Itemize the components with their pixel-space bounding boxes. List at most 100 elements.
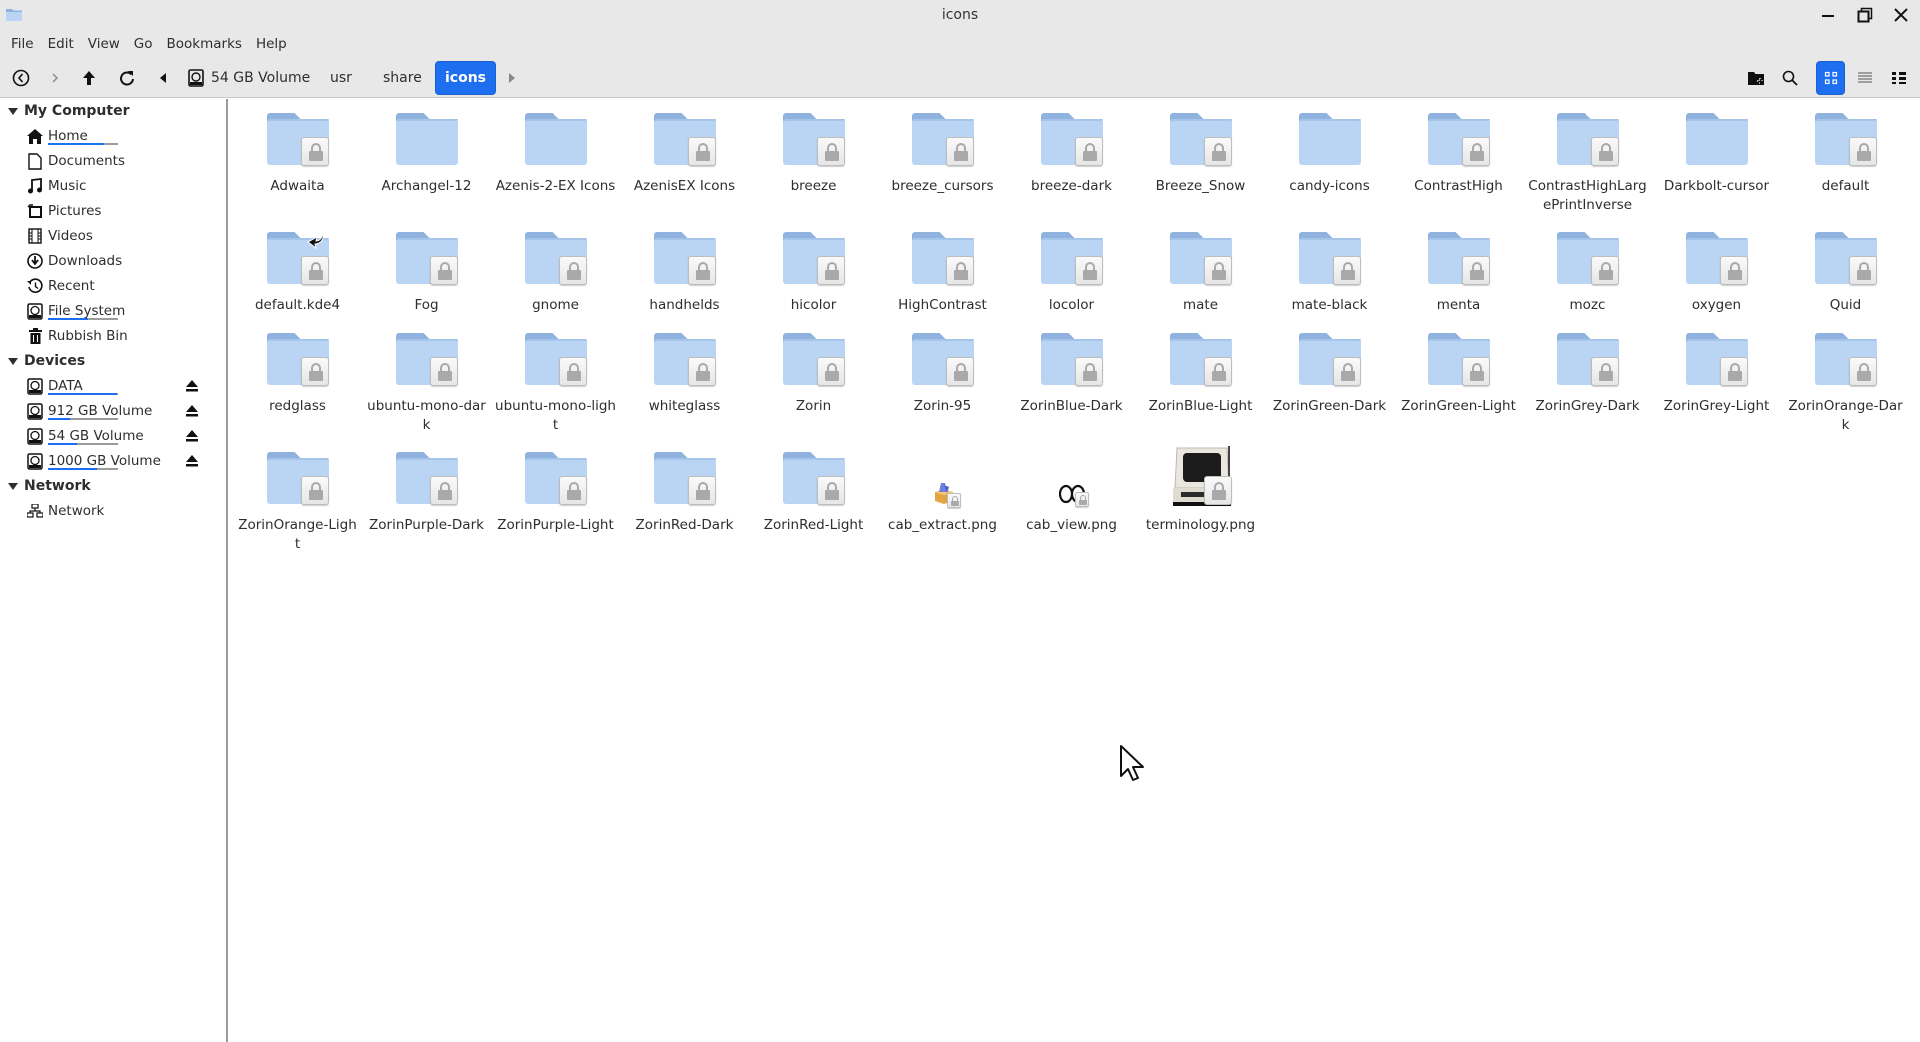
search-button[interactable]	[1778, 61, 1802, 95]
close-button[interactable]	[1888, 4, 1914, 26]
file-item[interactable]: cab_view.png	[1007, 450, 1136, 535]
breadcrumb-usr[interactable]: usr	[320, 61, 362, 95]
entry-name: Darkbolt-cursor	[1663, 178, 1770, 194]
forward-button[interactable]	[44, 61, 66, 95]
folder-item[interactable]: mate-black	[1265, 230, 1394, 315]
folder-item[interactable]: mate	[1136, 230, 1265, 315]
entry-name: ZorinBlue-Dark	[1020, 398, 1123, 414]
folder-item[interactable]: ubuntu-mono-light	[491, 331, 620, 435]
folder-item[interactable]: ZorinBlue-Dark	[1007, 331, 1136, 416]
folder-item[interactable]: ZorinGreen-Dark	[1265, 331, 1394, 416]
sidebar-item-label: 1000 GB Volume	[48, 453, 161, 469]
folder-item[interactable]: breeze_cursors	[878, 111, 1007, 196]
sidebar-section-devices[interactable]: Devices	[8, 350, 85, 372]
minimize-button[interactable]	[1815, 4, 1841, 26]
breadcrumb-share[interactable]: share	[373, 61, 432, 95]
lock-emblem-icon	[1719, 357, 1748, 386]
breadcrumb-label: 54 GB Volume	[211, 70, 311, 86]
sidebar-item-file-system[interactable]: File System	[26, 299, 226, 323]
sidebar-section-network[interactable]: Network	[8, 475, 91, 497]
entry-icon	[1426, 331, 1492, 389]
folder-item[interactable]: menta	[1394, 230, 1523, 315]
folder-item[interactable]: Darkbolt-cursor	[1652, 111, 1781, 196]
file-item[interactable]: terminology.png	[1136, 446, 1265, 535]
folder-item[interactable]: ZorinOrange-Light	[233, 450, 362, 554]
breadcrumb-right-button[interactable]	[503, 61, 521, 95]
sidebar-item-rubbish-bin[interactable]: Rubbish Bin	[26, 324, 226, 348]
folder-item[interactable]: candy-icons	[1265, 111, 1394, 196]
folder-item[interactable]: ZorinOrange-Dark	[1781, 331, 1910, 435]
breadcrumb-icons[interactable]: icons	[435, 61, 496, 95]
maximize-button[interactable]	[1852, 4, 1878, 26]
folder-item[interactable]: ZorinRed-Light	[749, 450, 878, 535]
menu-view[interactable]: View	[81, 36, 127, 52]
sidebar-item-music[interactable]: Music	[26, 174, 226, 198]
breadcrumb-left-button[interactable]	[154, 61, 172, 95]
sidebar-item-recent[interactable]: Recent	[26, 274, 226, 298]
folder-item[interactable]: breeze-dark	[1007, 111, 1136, 196]
entry-icon	[781, 450, 847, 508]
entry-name: locolor	[1048, 297, 1095, 313]
folder-item[interactable]: ZorinGrey-Light	[1652, 331, 1781, 416]
folder-item[interactable]: Zorin	[749, 331, 878, 416]
folder-item[interactable]: whiteglass	[620, 331, 749, 416]
folder-item[interactable]: mozc	[1523, 230, 1652, 315]
folder-item[interactable]: breeze	[749, 111, 878, 196]
sidebar-item-downloads[interactable]: Downloads	[26, 249, 226, 273]
folder-item[interactable]: default.kde4	[233, 230, 362, 315]
sidebar-item-documents[interactable]: Documents	[26, 149, 226, 173]
folder-item[interactable]: Archangel-12	[362, 111, 491, 196]
icon-view-button[interactable]	[1816, 61, 1845, 95]
folder-icon	[1685, 113, 1748, 165]
menu-bar: File Edit View Go Bookmarks Help	[0, 30, 1920, 58]
folder-item[interactable]: ZorinPurple-Light	[491, 450, 620, 535]
menu-file[interactable]: File	[4, 36, 41, 52]
folder-item[interactable]: redglass	[233, 331, 362, 416]
menu-edit[interactable]: Edit	[41, 36, 81, 52]
sidebar-item-home[interactable]: Home	[26, 124, 226, 148]
folder-item[interactable]: Azenis-2-EX Icons	[491, 111, 620, 196]
folder-item[interactable]: ContrastHighLargePrintInverse	[1523, 111, 1652, 215]
folder-item[interactable]: Adwaita	[233, 111, 362, 196]
folder-item[interactable]: Quid	[1781, 230, 1910, 315]
folder-item[interactable]: ZorinGrey-Dark	[1523, 331, 1652, 416]
folder-item[interactable]: ContrastHigh	[1394, 111, 1523, 196]
menu-go[interactable]: Go	[127, 36, 160, 52]
up-button[interactable]	[76, 61, 102, 95]
folder-item[interactable]: handhelds	[620, 230, 749, 315]
menu-help[interactable]: Help	[249, 36, 294, 52]
sidebar-item-pictures[interactable]: Pictures	[26, 199, 226, 223]
eject-54gb-button[interactable]	[183, 427, 201, 445]
folder-item[interactable]: ubuntu-mono-dark	[362, 331, 491, 435]
folder-item[interactable]: Breeze_Snow	[1136, 111, 1265, 196]
eject-912gb-button[interactable]	[183, 402, 201, 420]
breadcrumb-54gb-volume[interactable]: 54 GB Volume	[178, 61, 320, 95]
sidebar-item-network[interactable]: Network	[26, 499, 226, 523]
folder-item[interactable]: HighContrast	[878, 230, 1007, 315]
eject-1000gb-button[interactable]	[183, 452, 201, 470]
list-view-button[interactable]	[1853, 61, 1877, 95]
menu-bookmarks[interactable]: Bookmarks	[160, 36, 249, 52]
folder-item[interactable]: oxygen	[1652, 230, 1781, 315]
history-back-button[interactable]	[8, 61, 34, 95]
compact-view-button[interactable]	[1887, 61, 1911, 95]
sidebar-section-my-computer[interactable]: My Computer	[8, 100, 130, 122]
sidebar-item-videos[interactable]: Videos	[26, 224, 226, 248]
folder-item[interactable]: gnome	[491, 230, 620, 315]
drive-icon	[26, 402, 44, 420]
folder-item[interactable]: ZorinBlue-Light	[1136, 331, 1265, 416]
folder-item[interactable]: locolor	[1007, 230, 1136, 315]
reload-button[interactable]	[114, 61, 140, 95]
folder-item[interactable]: Zorin-95	[878, 331, 1007, 416]
folder-item[interactable]: ZorinGreen-Light	[1394, 331, 1523, 416]
folder-item[interactable]: ZorinPurple-Dark	[362, 450, 491, 535]
new-folder-button[interactable]	[1744, 61, 1768, 95]
entry-name: handhelds	[649, 297, 720, 313]
folder-item[interactable]: Fog	[362, 230, 491, 315]
folder-item[interactable]: default	[1781, 111, 1910, 196]
folder-item[interactable]: AzenisEX Icons	[620, 111, 749, 196]
folder-item[interactable]: ZorinRed-Dark	[620, 450, 749, 535]
eject-data-button[interactable]	[183, 377, 201, 395]
folder-item[interactable]: hicolor	[749, 230, 878, 315]
file-item[interactable]: cab_extract.png	[878, 450, 1007, 535]
